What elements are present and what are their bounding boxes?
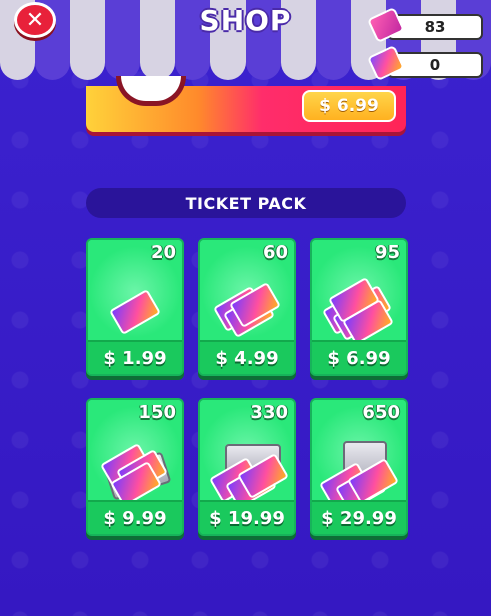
currency-value: 83 [424, 18, 446, 36]
buy-button[interactable]: $ 4.99 [200, 340, 294, 374]
ticket-pack-grid: 20 $ 1.99 60 $ 4.99 95 $ 6.99 150 $ 9.99… [86, 238, 408, 536]
buy-button[interactable]: $ 29.99 [312, 500, 406, 534]
ticket-stack-icon [212, 282, 282, 339]
ticket-pack-card[interactable]: 20 $ 1.99 [86, 238, 184, 376]
ticket-pack-card[interactable]: 650 $ 29.99 [310, 398, 408, 536]
featured-offer-price-button[interactable]: $ 6.99 [302, 90, 396, 122]
currency-value: 0 [429, 56, 441, 74]
pack-count: 20 [150, 242, 176, 263]
offer-badge-icon [116, 76, 186, 106]
pack-count: 650 [362, 402, 400, 423]
ticket-pack-card[interactable]: 330 $ 19.99 [198, 398, 296, 536]
pack-count: 60 [262, 242, 288, 263]
pack-count: 150 [138, 402, 176, 423]
buy-button[interactable]: $ 19.99 [200, 500, 294, 534]
buy-button[interactable]: $ 1.99 [88, 340, 182, 374]
ticket-pack-card[interactable]: 95 $ 6.99 [310, 238, 408, 376]
ticket-tray-icon [98, 443, 172, 508]
ticket-pack-card[interactable]: 150 $ 9.99 [86, 398, 184, 536]
ticket-chest-icon [318, 441, 400, 513]
buy-button[interactable]: $ 9.99 [88, 500, 182, 534]
buy-button[interactable]: $ 6.99 [312, 340, 406, 374]
pack-count: 330 [250, 402, 288, 423]
ticket-briefcase-icon [208, 442, 290, 510]
ticket-pack-card[interactable]: 60 $ 4.99 [198, 238, 296, 376]
pack-count: 95 [374, 242, 400, 263]
ticket-icon [108, 289, 162, 336]
featured-offer-banner[interactable]: $ 6.99 [86, 76, 406, 132]
ticket-stack-icon [321, 277, 395, 346]
section-title: TICKET PACK [86, 188, 406, 218]
